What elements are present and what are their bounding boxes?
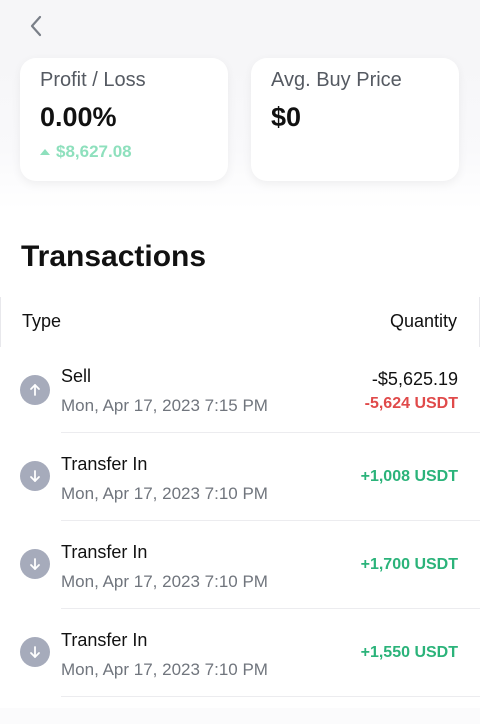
arrow-down-icon [20,461,50,491]
profit-loss-label: Profit / Loss [40,69,146,91]
chevron-left-icon [30,15,42,37]
column-header-quantity[interactable]: Quantity [390,311,457,332]
top-bar [0,0,480,60]
arrow-up-icon [20,375,50,405]
profit-loss-card: Profit / Loss 0.00% $8,627.08 [20,58,228,181]
transaction-type: Sell [61,366,92,386]
bottom-edge [0,708,480,724]
transactions-title: Transactions [21,240,207,273]
transaction-amount-usd: -$5,625.19 [371,369,458,389]
transaction-type: Transfer In [61,542,148,562]
transaction-amount: -5,624 USDT [364,395,458,412]
avg-buy-price-card: Avg. Buy Price $0 [251,58,459,181]
transaction-type: Transfer In [61,454,148,474]
transaction-date: Mon, Apr 17, 2023 7:10 PM [61,484,268,503]
transactions-list: Sell Mon, Apr 17, 2023 7:15 PM -$5,625.1… [0,347,480,697]
transaction-row[interactable]: Transfer In Mon, Apr 17, 2023 7:10 PM +1… [0,521,480,609]
avg-buy-price-label: Avg. Buy Price [271,69,402,91]
transaction-date: Mon, Apr 17, 2023 7:10 PM [61,660,268,679]
profit-loss-change-value: $8,627.08 [56,142,132,161]
back-button[interactable] [22,12,50,40]
transaction-row[interactable]: Transfer In Mon, Apr 17, 2023 7:10 PM +1… [0,609,480,697]
transactions-table-header: Type Quantity [0,297,480,347]
transaction-date: Mon, Apr 17, 2023 7:10 PM [61,572,268,591]
transaction-amount: +1,700 USDT [360,556,458,573]
arrow-down-icon [20,549,50,579]
transaction-row[interactable]: Transfer In Mon, Apr 17, 2023 7:10 PM +1… [0,433,480,521]
column-header-type[interactable]: Type [22,311,61,332]
arrow-down-icon [20,637,50,667]
transaction-type: Transfer In [61,630,148,650]
avg-buy-price-value: $0 [271,102,302,132]
profit-loss-value: 0.00% [40,102,117,132]
profit-loss-change: $8,627.08 [40,142,208,162]
transaction-row[interactable]: Sell Mon, Apr 17, 2023 7:15 PM -$5,625.1… [0,347,480,433]
transaction-amount: +1,008 USDT [360,468,458,485]
transaction-amount: +1,550 USDT [360,644,458,661]
transaction-date: Mon, Apr 17, 2023 7:15 PM [61,396,268,415]
triangle-up-icon [40,149,50,155]
